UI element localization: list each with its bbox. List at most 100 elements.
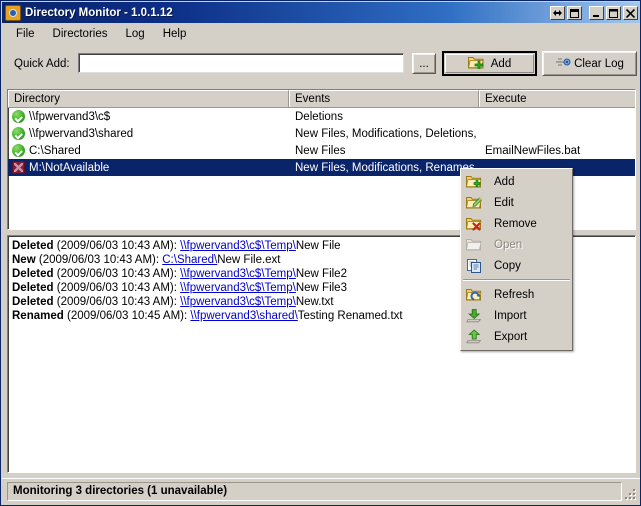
stay-on-top-button[interactable] bbox=[567, 5, 582, 20]
row-directory-label: \\fpwervand3\shared bbox=[29, 127, 134, 140]
ctx-edit-label: Edit bbox=[494, 196, 514, 209]
log-timestamp: (2009/06/03 10:45 AM): bbox=[66, 310, 191, 322]
ctx-refresh-label: Refresh bbox=[494, 288, 535, 301]
ctx-export-label: Export bbox=[494, 330, 528, 343]
log-action: Deleted bbox=[12, 296, 54, 308]
folder-open-icon bbox=[464, 236, 484, 254]
menu-log[interactable]: Log bbox=[117, 26, 154, 42]
folder-add-icon bbox=[467, 55, 484, 72]
row-events-cell: New Files, Modifications, Deletions, ... bbox=[295, 127, 479, 140]
ctx-add-label: Add bbox=[494, 175, 515, 188]
column-header-execute[interactable]: Execute bbox=[479, 90, 635, 107]
list-header: Directory Events Execute bbox=[8, 90, 635, 108]
eraser-icon bbox=[555, 55, 571, 72]
column-header-events[interactable]: Events bbox=[289, 90, 479, 107]
log-path-link[interactable]: \\fpwervand3\c$\Temp\ bbox=[180, 268, 296, 280]
log-action: Renamed bbox=[12, 310, 64, 322]
add-button-label: Add bbox=[490, 57, 512, 70]
export-arrow-icon bbox=[464, 328, 484, 346]
status-ok-icon bbox=[12, 144, 25, 157]
log-action: Deleted bbox=[12, 268, 54, 280]
log-path-link[interactable]: C:\Shared\ bbox=[162, 254, 217, 266]
app-folder-icon bbox=[5, 4, 21, 21]
log-filename: New File2 bbox=[295, 268, 347, 280]
row-directory-label: \\fpwervand3\c$ bbox=[29, 110, 111, 123]
ctx-open-label: Open bbox=[494, 238, 523, 251]
row-directory-cell: C:\Shared bbox=[8, 144, 289, 157]
clear-log-label: Clear Log bbox=[574, 57, 624, 70]
ctx-import[interactable]: Import bbox=[461, 305, 572, 326]
menu-directories[interactable]: Directories bbox=[44, 26, 117, 42]
log-filename: New File3 bbox=[295, 282, 347, 294]
status-text: Monitoring 3 directories (1 unavailable) bbox=[7, 482, 622, 501]
row-events-cell: Deletions bbox=[295, 110, 343, 123]
row-events-cell: New Files bbox=[295, 144, 346, 157]
status-bar: Monitoring 3 directories (1 unavailable) bbox=[2, 478, 640, 504]
folder-edit-icon bbox=[464, 194, 484, 212]
log-path-link[interactable]: \\fpwervand3\c$\Temp\ bbox=[180, 282, 296, 294]
quick-add-input[interactable] bbox=[78, 53, 404, 73]
clear-log-button[interactable]: Clear Log bbox=[542, 51, 637, 76]
close-button[interactable] bbox=[623, 5, 638, 20]
folder-add-icon bbox=[464, 173, 484, 191]
title-bar[interactable]: Directory Monitor - 1.0.1.12 bbox=[2, 2, 640, 23]
row-execute-cell: EmailNewFiles.bat bbox=[485, 144, 581, 157]
window-controls bbox=[550, 5, 640, 20]
log-timestamp: (2009/06/03 10:43 AM): bbox=[38, 254, 163, 266]
row-directory-label: C:\Shared bbox=[29, 144, 81, 157]
row-directory-cell: \\fpwervand3\c$ bbox=[8, 110, 289, 123]
quick-add-toolbar: Quick Add: ... Add Clear Log bbox=[2, 45, 640, 87]
menu-help[interactable]: Help bbox=[154, 26, 196, 42]
log-path-link[interactable]: \\fpwervand3\shared\ bbox=[190, 310, 297, 322]
log-action: New bbox=[12, 254, 36, 266]
context-menu-separator bbox=[463, 279, 570, 281]
row-directory-label: M:\NotAvailable bbox=[29, 161, 110, 174]
import-arrow-icon bbox=[464, 307, 484, 325]
ctx-copy[interactable]: Copy bbox=[461, 255, 572, 276]
maximize-button[interactable] bbox=[606, 5, 621, 20]
application-window: Directory Monitor - 1.0.1.12 File Direct… bbox=[0, 0, 641, 506]
row-events-cell: New Files, Modifications, Renames bbox=[295, 161, 475, 174]
row-directory-cell: \\fpwervand3\shared bbox=[8, 127, 289, 140]
directory-context-menu[interactable]: Add Edit Remove Open Copy Refresh Import… bbox=[460, 168, 573, 351]
ctx-refresh[interactable]: Refresh bbox=[461, 284, 572, 305]
log-filename: Testing Renamed.txt bbox=[297, 310, 403, 322]
roll-up-button[interactable] bbox=[550, 5, 565, 20]
folder-remove-icon bbox=[464, 215, 484, 233]
row-directory-cell: M:\NotAvailable bbox=[8, 161, 289, 174]
log-action: Deleted bbox=[12, 282, 54, 294]
menu-file[interactable]: File bbox=[7, 26, 44, 42]
ctx-add[interactable]: Add bbox=[461, 171, 572, 192]
browse-button[interactable]: ... bbox=[412, 53, 436, 74]
resize-grip[interactable] bbox=[624, 488, 638, 502]
folder-refresh-icon bbox=[464, 286, 484, 304]
ctx-edit[interactable]: Edit bbox=[461, 192, 572, 213]
table-row[interactable]: C:\Shared New Files EmailNewFiles.bat bbox=[8, 142, 635, 159]
log-path-link[interactable]: \\fpwervand3\c$\Temp\ bbox=[180, 296, 296, 308]
log-filename: New File.ext bbox=[217, 254, 281, 266]
copy-icon bbox=[464, 257, 484, 275]
log-timestamp: (2009/06/03 10:43 AM): bbox=[56, 240, 181, 252]
log-action: Deleted bbox=[12, 240, 54, 252]
status-ok-icon bbox=[12, 127, 25, 140]
column-header-directory[interactable]: Directory bbox=[8, 90, 289, 107]
ctx-import-label: Import bbox=[494, 309, 527, 322]
log-path-link[interactable]: \\fpwervand3\c$\Temp\ bbox=[180, 240, 296, 252]
ctx-copy-label: Copy bbox=[494, 259, 521, 272]
menu-bar: File Directories Log Help bbox=[2, 23, 640, 45]
status-unavailable-icon bbox=[12, 161, 25, 174]
log-filename: New File bbox=[295, 240, 341, 252]
status-ok-icon bbox=[12, 110, 25, 123]
table-row[interactable]: \\fpwervand3\c$ Deletions bbox=[8, 108, 635, 125]
add-button[interactable]: Add bbox=[442, 51, 537, 76]
log-timestamp: (2009/06/03 10:43 AM): bbox=[56, 282, 181, 294]
table-row[interactable]: \\fpwervand3\shared New Files, Modificat… bbox=[8, 125, 635, 142]
ctx-remove-label: Remove bbox=[494, 217, 537, 230]
ctx-remove[interactable]: Remove bbox=[461, 213, 572, 234]
log-timestamp: (2009/06/03 10:43 AM): bbox=[56, 296, 181, 308]
ctx-export[interactable]: Export bbox=[461, 326, 572, 347]
log-timestamp: (2009/06/03 10:43 AM): bbox=[56, 268, 181, 280]
minimize-button[interactable] bbox=[589, 5, 604, 20]
log-filename: New.txt bbox=[295, 296, 334, 308]
window-title: Directory Monitor - 1.0.1.12 bbox=[25, 6, 173, 19]
